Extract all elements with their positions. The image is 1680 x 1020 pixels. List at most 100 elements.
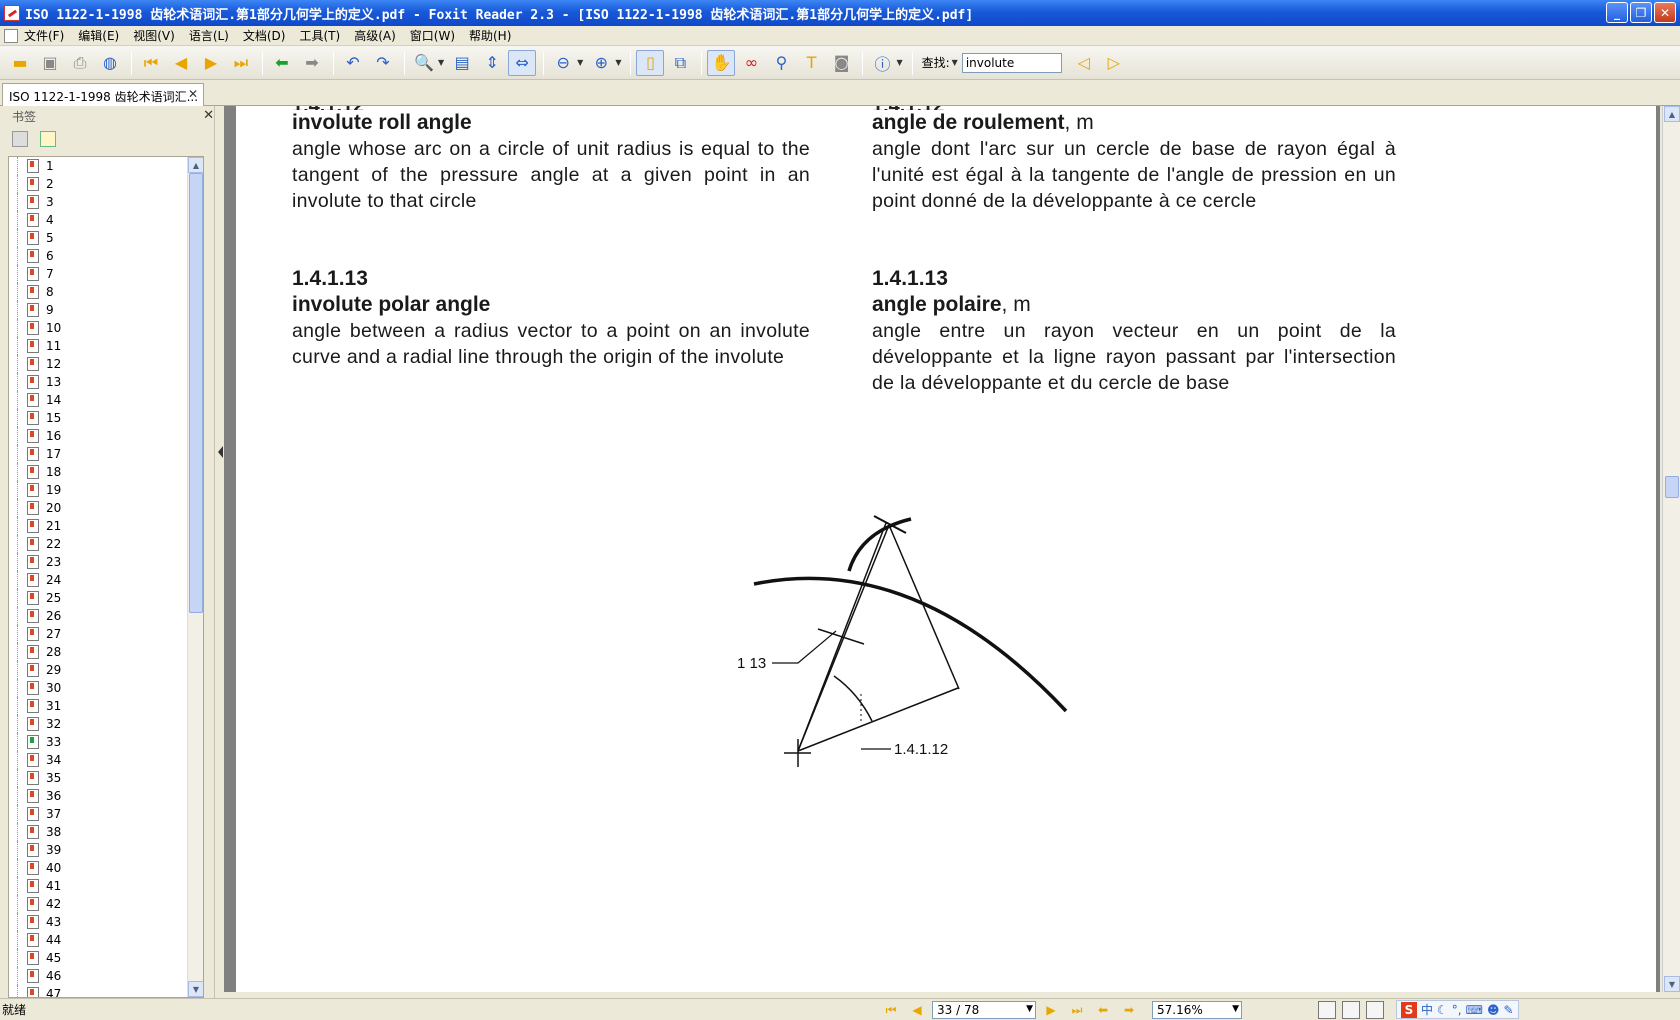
- info-dropdown-icon[interactable]: ▼: [896, 58, 902, 67]
- add-bookmark-icon[interactable]: [40, 131, 56, 147]
- single-page-view-icon[interactable]: [1318, 1001, 1336, 1019]
- bookmark-item[interactable]: 43: [9, 913, 203, 931]
- email-globe-icon[interactable]: ◍: [96, 50, 124, 76]
- menu-window[interactable]: 窗口(W): [410, 27, 455, 44]
- menu-advanced[interactable]: 高级(A): [354, 27, 396, 44]
- find-next-icon[interactable]: ▷: [1100, 50, 1128, 76]
- zoom-dropdown-icon[interactable]: ▼: [1232, 1004, 1239, 1014]
- bookmark-item[interactable]: 24: [9, 571, 203, 589]
- minimize-button[interactable]: _: [1606, 2, 1628, 23]
- bookmark-item[interactable]: 8: [9, 283, 203, 301]
- zoom-out-dropdown-icon[interactable]: ▼: [577, 58, 583, 67]
- menu-edit[interactable]: 编辑(E): [78, 27, 119, 44]
- status-prev-page-icon[interactable]: ◀: [906, 1001, 928, 1019]
- find-options-dropdown-icon[interactable]: ▼: [952, 58, 958, 67]
- bookmark-item[interactable]: 21: [9, 517, 203, 535]
- bookmark-item[interactable]: 15: [9, 409, 203, 427]
- bookmark-item[interactable]: 16: [9, 427, 203, 445]
- foxit-app-icon[interactable]: [4, 5, 20, 21]
- ime-punct-icon[interactable]: °,: [1452, 1003, 1462, 1017]
- bookmark-item[interactable]: 36: [9, 787, 203, 805]
- ime-user-icon[interactable]: ☻: [1487, 1003, 1500, 1017]
- forward-view-icon[interactable]: ➡: [298, 50, 326, 76]
- bookmark-item[interactable]: 17: [9, 445, 203, 463]
- fit-page-icon[interactable]: ⇕: [478, 50, 506, 76]
- bookmark-item[interactable]: 25: [9, 589, 203, 607]
- bookmark-item[interactable]: 33: [9, 733, 203, 751]
- back-view-icon[interactable]: ⬅: [268, 50, 296, 76]
- menu-view[interactable]: 视图(V): [133, 27, 175, 44]
- hand-tool-icon[interactable]: ✋: [707, 49, 736, 76]
- sogou-ime-icon[interactable]: S: [1401, 1001, 1417, 1018]
- doc-scroll-down-icon[interactable]: ▼: [1664, 976, 1680, 992]
- bookmark-item[interactable]: 30: [9, 679, 203, 697]
- facing-view-icon[interactable]: [1366, 1001, 1384, 1019]
- menu-tools[interactable]: 工具(T): [299, 27, 340, 44]
- bookmark-item[interactable]: 46: [9, 967, 203, 985]
- page-number-box[interactable]: 33 / 78 ▼: [932, 1001, 1036, 1019]
- bookmark-item[interactable]: 22: [9, 535, 203, 553]
- bookmark-item[interactable]: 1: [9, 157, 203, 175]
- bookmark-item[interactable]: 12: [9, 355, 203, 373]
- snapshot-camera-icon[interactable]: ◙: [827, 50, 855, 76]
- menu-help[interactable]: 帮助(H): [469, 27, 511, 44]
- bookmark-item[interactable]: 44: [9, 931, 203, 949]
- close-button[interactable]: ✕: [1654, 2, 1676, 23]
- bookmark-item[interactable]: 23: [9, 553, 203, 571]
- next-page-icon[interactable]: ▶: [197, 50, 225, 76]
- rotate-left-icon[interactable]: ↶: [339, 50, 367, 76]
- page-dropdown-icon[interactable]: ▼: [1026, 1004, 1033, 1014]
- bookmark-item[interactable]: 37: [9, 805, 203, 823]
- previous-page-icon[interactable]: ◀: [167, 50, 195, 76]
- bookmark-item[interactable]: 28: [9, 643, 203, 661]
- restore-button[interactable]: ❐: [1630, 2, 1652, 23]
- status-last-page-icon[interactable]: ⏭: [1066, 1001, 1088, 1019]
- bookmark-item[interactable]: 7: [9, 265, 203, 283]
- menu-file[interactable]: 文件(F): [24, 27, 64, 44]
- bookmark-item[interactable]: 29: [9, 661, 203, 679]
- zoom-out-icon[interactable]: ⊖: [549, 50, 577, 76]
- continuous-view-icon[interactable]: [1342, 1001, 1360, 1019]
- first-page-icon[interactable]: ⏮: [137, 50, 165, 76]
- fit-width-icon[interactable]: ⇔: [508, 49, 537, 76]
- bookmark-item[interactable]: 19: [9, 481, 203, 499]
- doc-scroll-thumb[interactable]: [1665, 476, 1679, 498]
- panel-splitter[interactable]: [214, 106, 224, 998]
- bookmark-scrollbar[interactable]: ▲ ▼: [187, 157, 203, 997]
- actual-size-icon[interactable]: ▤: [448, 50, 476, 76]
- binoculars-find-icon[interactable]: ⚲: [767, 50, 795, 76]
- reading-glasses-icon[interactable]: ∞: [737, 50, 765, 76]
- zoom-in-dropdown-icon[interactable]: ▼: [615, 58, 621, 67]
- last-page-icon[interactable]: ⏭: [227, 50, 255, 76]
- continuous-page-icon[interactable]: ⧉: [666, 50, 694, 76]
- status-first-page-icon[interactable]: ⏮: [880, 1001, 902, 1019]
- zoom-level-box[interactable]: 57.16% ▼: [1152, 1001, 1242, 1019]
- bookmark-item[interactable]: 11: [9, 337, 203, 355]
- scroll-up-arrow-icon[interactable]: ▲: [188, 157, 203, 173]
- status-next-page-icon[interactable]: ▶: [1040, 1001, 1062, 1019]
- find-input[interactable]: [961, 52, 1062, 73]
- document-scrollbar[interactable]: ▲ ▼: [1662, 106, 1680, 992]
- scroll-down-arrow-icon[interactable]: ▼: [188, 981, 203, 997]
- zoom-in-icon[interactable]: ⊕: [587, 50, 615, 76]
- bookmark-item[interactable]: 45: [9, 949, 203, 967]
- find-previous-icon[interactable]: ◁: [1070, 50, 1098, 76]
- bookmark-item[interactable]: 27: [9, 625, 203, 643]
- open-folder-icon[interactable]: ▬: [6, 50, 34, 76]
- bookmark-item[interactable]: 47: [9, 985, 203, 997]
- ime-moon-icon[interactable]: ☾: [1437, 1003, 1448, 1017]
- bookmark-item[interactable]: 39: [9, 841, 203, 859]
- print-icon[interactable]: ⎙: [66, 50, 94, 76]
- bookmark-item[interactable]: 14: [9, 391, 203, 409]
- bookmark-item[interactable]: 10: [9, 319, 203, 337]
- menu-document[interactable]: 文档(D): [243, 27, 286, 44]
- bookmark-item[interactable]: 5: [9, 229, 203, 247]
- bookmark-item[interactable]: 20: [9, 499, 203, 517]
- status-forward-icon[interactable]: ➡: [1118, 1001, 1140, 1019]
- rotate-right-icon[interactable]: ↷: [369, 50, 397, 76]
- status-back-icon[interactable]: ⬅: [1092, 1001, 1114, 1019]
- zoom-tool-dropdown-icon[interactable]: ▼: [438, 58, 444, 67]
- bookmark-item[interactable]: 13: [9, 373, 203, 391]
- single-page-icon[interactable]: ▯: [636, 49, 665, 76]
- bookmark-item[interactable]: 32: [9, 715, 203, 733]
